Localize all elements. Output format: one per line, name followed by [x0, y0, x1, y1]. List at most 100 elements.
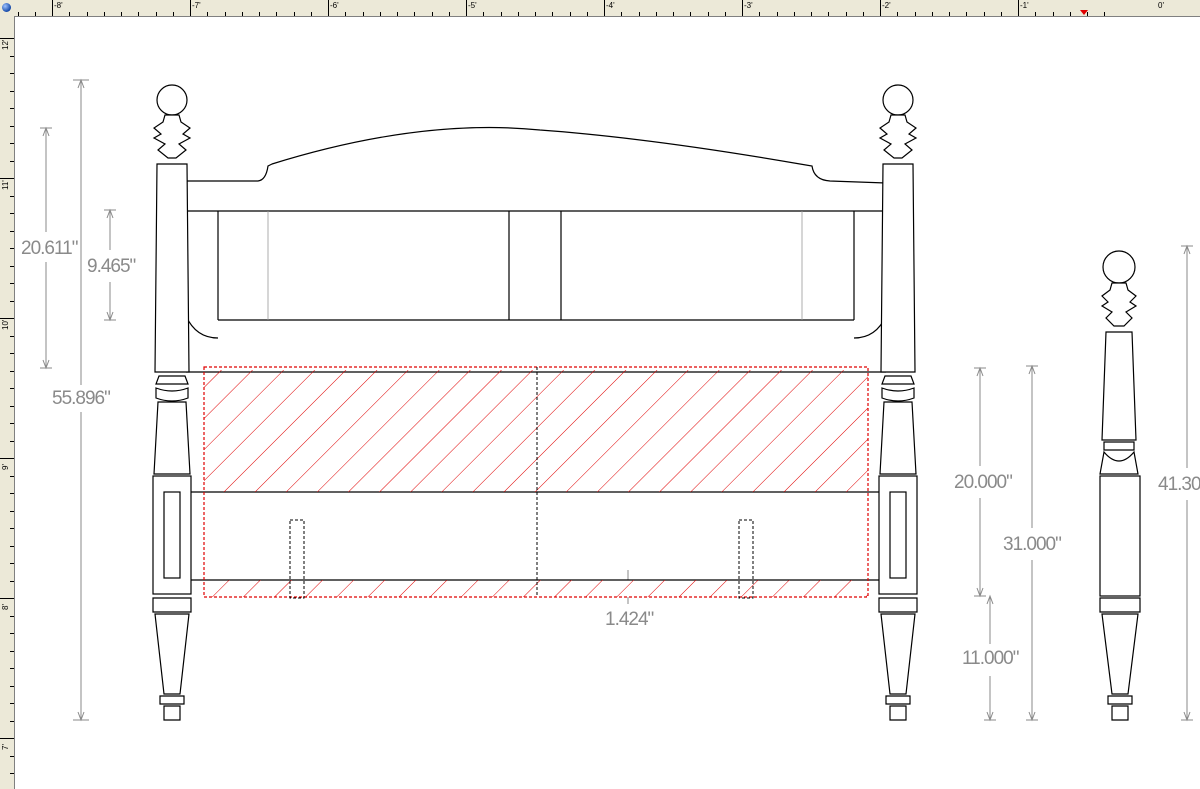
ruler-tick: [897, 12, 899, 16]
ruler-label: -1': [1020, 1, 1029, 10]
ruler-tick: [362, 12, 364, 16]
ruler-tick: [86, 12, 88, 16]
ruler-tick: [10, 405, 14, 407]
ruler-tick: [276, 12, 278, 16]
ruler-label: -7': [192, 1, 201, 10]
ruler-tick: [121, 12, 122, 16]
ruler-tick: [10, 300, 14, 302]
ruler-label: -3': [744, 1, 753, 10]
ruler-tick: [759, 12, 761, 16]
side-view-post[interactable]: [1099, 250, 1141, 721]
right-post[interactable]: [878, 84, 918, 721]
ruler-tick: [655, 12, 657, 16]
ruler-tick: [621, 12, 623, 16]
ruler-tick: [138, 12, 140, 16]
ruler-tick: [10, 580, 14, 582]
ruler-tick: [10, 720, 14, 722]
ruler-tick: [1069, 12, 1071, 16]
ruler-tick: [828, 12, 830, 16]
ruler-tick: [845, 12, 847, 16]
ruler-tick: [10, 615, 14, 617]
ruler-tick: [448, 12, 450, 16]
vertical-ruler[interactable]: 12' 11' 10' 9' 8' 7': [0, 16, 15, 789]
ruler-tick: [10, 353, 14, 354]
ruler-tick: [10, 493, 14, 494]
ruler-tick: [811, 12, 812, 16]
ruler-tick: [224, 12, 226, 16]
ruler-tick: [10, 108, 14, 109]
ruler-tick: [1035, 12, 1037, 16]
ruler-tick: [0, 458, 14, 459]
upper-hatched-panel[interactable]: [204, 370, 868, 492]
ruler-tick: [397, 12, 398, 16]
ruler-tick: [1052, 12, 1054, 16]
ruler-tick: [586, 12, 588, 16]
globe-origin-icon[interactable]: [2, 3, 11, 12]
ruler-tick: [10, 90, 14, 92]
ruler-tick: [690, 12, 692, 16]
ruler-tick: [1018, 0, 1019, 16]
ruler-tick: [207, 12, 209, 16]
ruler-tick: [293, 12, 295, 16]
ruler-label: -5': [468, 1, 477, 10]
ruler-tick: [10, 668, 14, 669]
ruler-tick: [10, 475, 14, 477]
ruler-tick: [880, 0, 881, 16]
ruler-tick: [673, 12, 674, 16]
horizontal-ruler[interactable]: -8' -7' -6' -5' -4' -3' -2' -1' 0': [0, 0, 1200, 17]
ruler-tick: [931, 12, 933, 16]
ruler-tick: [10, 633, 14, 634]
ruler-tick: [10, 703, 14, 704]
ruler-tick: [10, 55, 14, 57]
ruler-tick: [10, 335, 14, 337]
ruler-tick: [0, 598, 14, 599]
ruler-tick: [414, 12, 416, 16]
ruler-tick: [1104, 12, 1106, 16]
ruler-tick: [966, 12, 968, 16]
ruler-label: -2': [882, 1, 891, 10]
ruler-position-marker-icon[interactable]: [1080, 10, 1088, 15]
ruler-tick: [776, 12, 778, 16]
ruler-label: 7': [1, 744, 10, 750]
ruler-origin-corner[interactable]: [0, 0, 14, 16]
ruler-label: 12': [1, 39, 10, 50]
lower-rail[interactable]: [191, 491, 879, 581]
ruler-tick: [10, 160, 14, 162]
ruler-tick: [10, 213, 14, 214]
ruler-tick: [483, 12, 485, 16]
ruler-label: 10': [1, 319, 10, 330]
ruler-tick: [604, 0, 605, 16]
ruler-tick: [0, 178, 14, 179]
ruler-tick: [742, 0, 743, 16]
left-post[interactable]: [152, 84, 192, 721]
ruler-tick: [10, 510, 14, 512]
ruler-tick: [379, 12, 381, 16]
ruler-tick: [10, 265, 14, 267]
ruler-tick: [10, 650, 14, 652]
ruler-label: 9': [1, 464, 10, 470]
ruler-label: 11': [1, 180, 10, 190]
ruler-tick: [517, 12, 519, 16]
ruler-tick: [17, 12, 19, 16]
ruler-tick: [10, 755, 14, 757]
ruler-tick: [10, 125, 14, 127]
ruler-tick: [707, 12, 709, 16]
ruler-tick: [10, 248, 14, 249]
ruler-label: -6': [330, 1, 339, 10]
ruler-tick: [10, 370, 14, 372]
headboard[interactable]: [185, 126, 887, 373]
ruler-tick: [259, 12, 260, 16]
ruler-label: -8': [54, 1, 63, 10]
ruler-tick: [466, 0, 467, 16]
ruler-label: 8': [1, 604, 10, 610]
ruler-tick: [569, 12, 571, 16]
ruler-tick: [52, 0, 53, 16]
drawing-canvas[interactable]: [15, 17, 1200, 789]
ruler-tick: [10, 528, 14, 529]
ruler-tick: [10, 230, 14, 232]
ruler-tick: [500, 12, 502, 16]
ruler-tick: [638, 12, 640, 16]
ruler-tick: [69, 12, 71, 16]
ruler-tick: [535, 12, 536, 16]
ruler-tick: [10, 73, 14, 74]
